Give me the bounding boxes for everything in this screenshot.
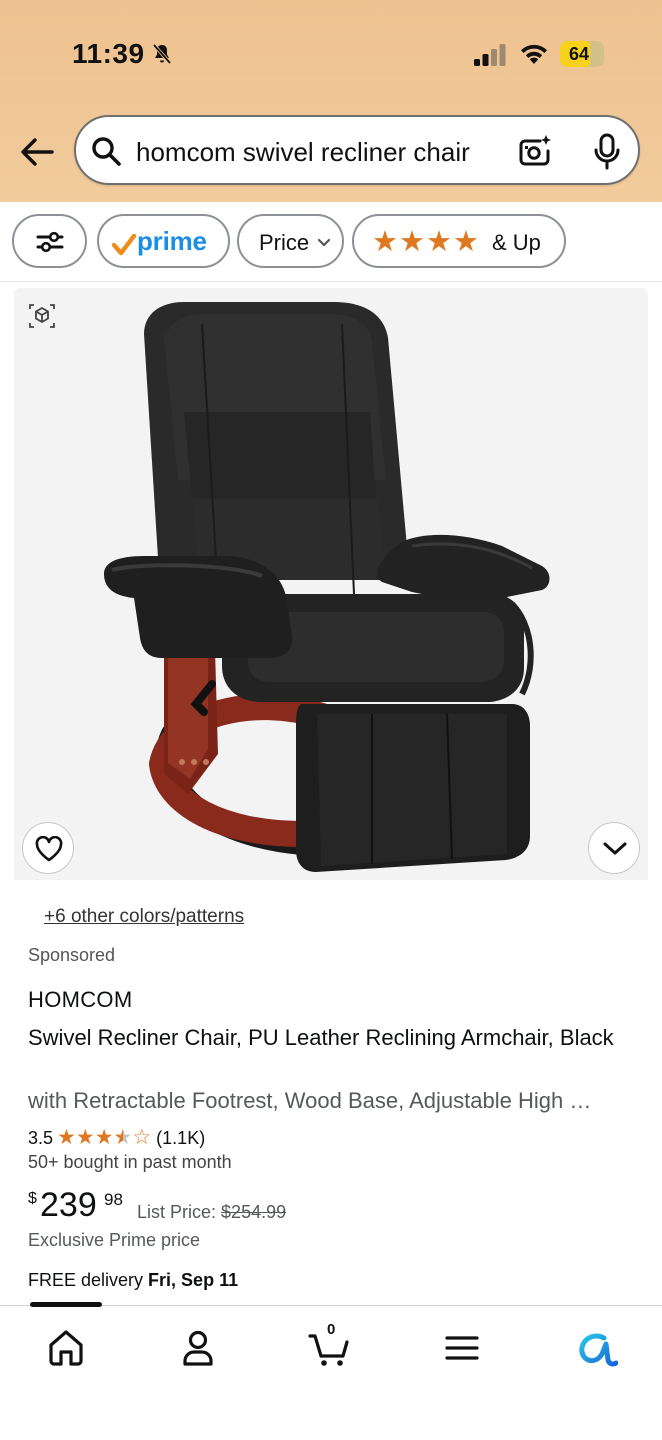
list-price: List Price: $254.99 [137,1202,286,1223]
status-time: 11:39 [72,38,145,69]
search-input[interactable]: homcom swivel recliner chair [136,137,470,168]
home-active-indicator [30,1302,102,1307]
nav-account[interactable] [176,1326,220,1370]
back-arrow-icon[interactable] [18,134,56,170]
bottom-nav: 0 [0,1302,662,1440]
nav-rufus[interactable] [574,1326,618,1370]
app-header: 11:39 64 homcom swivel recliner chair [0,0,662,202]
prime-check-icon [111,234,137,256]
home-icon [49,1330,83,1366]
account-icon [183,1330,213,1366]
heart-icon [35,836,63,862]
status-bar: 11:39 64 [0,0,662,106]
star-icon: ★ [426,226,452,258]
recliner-chair-image [104,302,550,872]
sliders-icon [36,231,64,253]
delivery-info: FREE delivery Fri, Sep 11 [28,1270,238,1291]
product-title[interactable]: Swivel Recliner Chair, PU Leather Reclin… [28,1021,638,1054]
nav-home[interactable] [44,1326,88,1370]
prime-filter-label: prime [137,226,207,256]
exclusive-prime-price: Exclusive Prime price [28,1230,201,1250]
product-card[interactable]: +6 other colors/patterns Sponsored HOMCO… [14,288,648,1308]
rating-count: (1.1K) [156,1127,206,1148]
delivery-prefix: FREE delivery [28,1270,144,1290]
prime-filter-chip[interactable]: prime [97,214,230,268]
star-empty-icon: ☆ [132,1126,152,1149]
list-price-label: List Price: [137,1202,217,1222]
price-filter-chip[interactable]: Price [237,214,344,268]
search-bar[interactable]: homcom swivel recliner chair [74,115,640,185]
price-symbol: $ [28,1190,37,1207]
expand-button[interactable] [588,822,640,874]
cart-count: 0 [327,1321,336,1338]
bell-off-icon [152,43,172,65]
nav-menu[interactable] [440,1326,484,1370]
list-price-value: $254.99 [221,1202,287,1222]
price-filter-label: Price [259,230,310,255]
delivery-date: Fri, Sep 11 [148,1270,239,1290]
chevron-down-icon [317,238,331,247]
rating-filter-stars: ★ ★ ★ ★ [372,226,479,258]
price-whole: 239 [40,1186,97,1224]
battery-icon: 64 [560,41,604,67]
chevron-down-icon [603,842,627,855]
star-icon: ★ [372,226,398,258]
star-icon: ★ [57,1126,76,1149]
product-image[interactable] [14,288,648,880]
product-rating[interactable]: 3.5 ★ ★ ★ ★ ☆ (1.1K) [28,1126,205,1150]
rating-filter-label: & Up [492,230,541,255]
rating-value: 3.5 [28,1127,54,1148]
search-icon [92,137,121,166]
filter-settings-button[interactable] [12,214,87,268]
rating-stars: ★ ★ ★ ★ ☆ [57,1127,151,1149]
camera-icon[interactable] [516,133,552,169]
product-brand[interactable]: HOMCOM [28,987,132,1013]
view-in-3d-icon[interactable] [28,302,56,330]
add-to-list-button[interactable] [22,822,74,874]
battery-level: 64 [568,44,590,64]
sponsored-label: Sponsored [28,945,116,965]
star-icon: ★ [453,226,479,258]
wifi-icon [521,44,547,64]
rating-filter-chip[interactable]: ★ ★ ★ ★ & Up [352,214,566,268]
rufus-icon [579,1333,618,1367]
filter-bar: prime Price ★ ★ ★ ★ & Up [0,202,662,282]
microphone-icon[interactable] [592,133,622,171]
star-icon: ★ [75,1126,95,1149]
signal-icon [474,44,506,66]
nav-cart[interactable]: 0 [308,1321,352,1370]
price-fraction: 98 [104,1190,123,1209]
product-subtitle[interactable]: with Retractable Footrest, Wood Base, Ad… [28,1088,638,1114]
star-half-icon: ★ [113,1126,133,1149]
bought-count: 50+ bought in past month [28,1152,232,1172]
star-icon: ★ [94,1126,114,1149]
menu-icon [445,1336,479,1360]
other-colors-link[interactable]: +6 other colors/patterns [44,906,244,928]
star-icon: ★ [399,226,425,258]
